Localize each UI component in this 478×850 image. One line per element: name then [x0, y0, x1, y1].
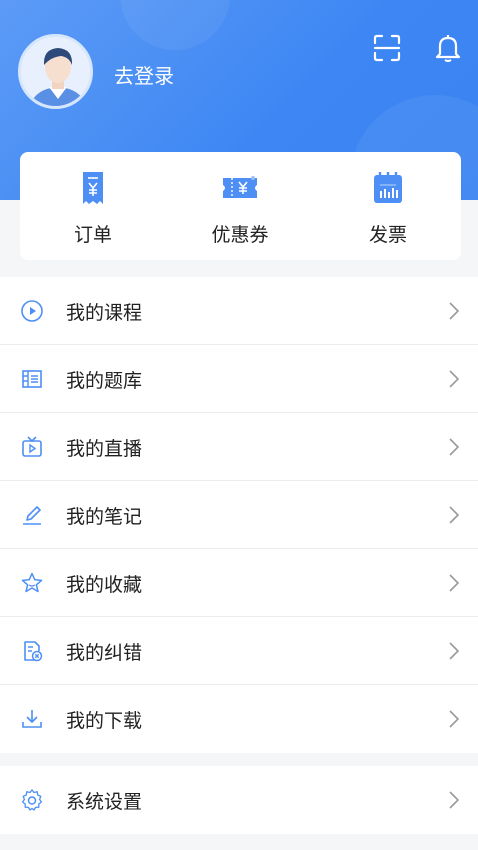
pen-icon	[23, 506, 41, 525]
tv-live-icon	[22, 436, 42, 457]
decor-bubble	[120, 0, 230, 50]
menu-item-label: 我的题库	[66, 370, 143, 392]
chevron-right-icon	[449, 574, 460, 592]
quick-actions-card: 订单 优惠券 发票	[20, 152, 461, 260]
quick-action-label: 优惠券	[211, 224, 269, 246]
menu-item-label: 我的下载	[66, 710, 143, 732]
play-circle-icon	[21, 300, 43, 322]
quick-action-label: 发票	[368, 224, 407, 246]
quick-action-coupons[interactable]: 优惠券	[185, 170, 295, 250]
user-avatar-icon	[21, 37, 90, 106]
menu-item-label: 我的收藏	[66, 574, 143, 596]
chevron-right-icon	[449, 438, 460, 456]
scan-icon[interactable]	[372, 33, 402, 63]
quick-action-label: 订单	[73, 224, 112, 246]
settings-list: 系统设置	[0, 766, 478, 834]
menu-item-question-bank[interactable]: 我的题库	[0, 345, 478, 413]
chevron-right-icon	[449, 642, 460, 660]
bell-icon[interactable]	[434, 33, 464, 63]
menu-item-favorites[interactable]: 我的收藏	[0, 549, 478, 617]
menu-item-downloads[interactable]: 我的下载	[0, 685, 478, 753]
menu-item-corrections[interactable]: 我的纠错	[0, 617, 478, 685]
chevron-right-icon	[449, 791, 460, 809]
menu-list: 我的课程 我的题库 我的直播 我的笔记 我的收藏 我的纠错 我的下载	[0, 277, 478, 753]
error-report-icon	[24, 641, 43, 662]
gear-icon	[21, 789, 43, 811]
chevron-right-icon	[449, 506, 460, 524]
menu-item-label: 我的课程	[66, 302, 143, 324]
quick-action-invoices[interactable]: 发票	[333, 170, 443, 250]
coupon-icon	[223, 176, 257, 198]
question-bank-icon	[22, 370, 42, 388]
menu-item-courses[interactable]: 我的课程	[0, 277, 478, 345]
menu-item-label: 系统设置	[66, 791, 143, 813]
avatar[interactable]	[18, 34, 93, 109]
quick-action-orders[interactable]: 订单	[38, 170, 148, 250]
menu-item-label: 我的纠错	[66, 642, 143, 664]
menu-item-live[interactable]: 我的直播	[0, 413, 478, 481]
invoice-icon	[374, 172, 402, 203]
chevron-right-icon	[449, 302, 460, 320]
download-icon	[22, 710, 42, 728]
menu-item-notes[interactable]: 我的笔记	[0, 481, 478, 549]
star-icon	[21, 572, 43, 593]
login-link[interactable]: 去登录	[114, 60, 174, 89]
menu-item-label: 我的笔记	[66, 506, 143, 528]
menu-item-settings[interactable]: 系统设置	[0, 766, 478, 834]
chevron-right-icon	[449, 370, 460, 388]
menu-item-label: 我的直播	[66, 438, 143, 460]
chevron-right-icon	[449, 710, 460, 728]
receipt-icon	[83, 172, 103, 204]
